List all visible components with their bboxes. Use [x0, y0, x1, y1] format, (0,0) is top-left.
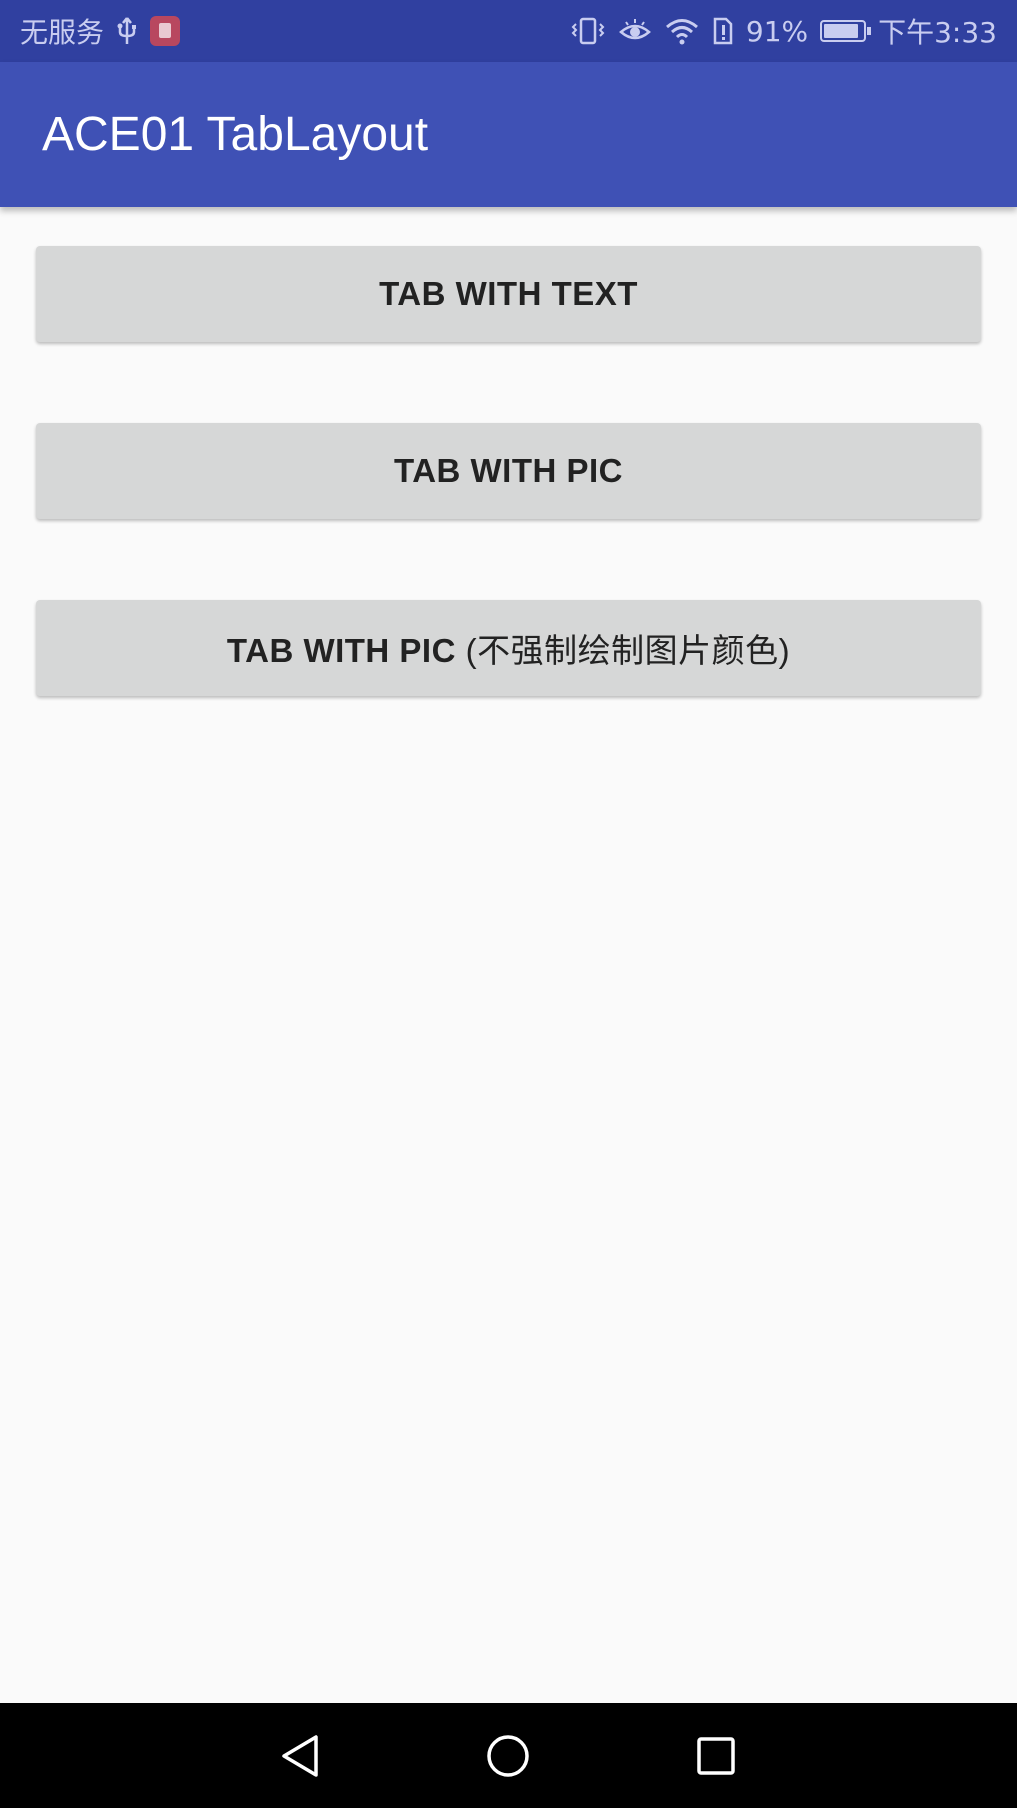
status-bar-left: 无服务	[20, 11, 181, 51]
battery-percent: 91%	[745, 14, 809, 48]
tab-with-pic-no-tint-button[interactable]: TAB WITH PIC (不强制绘制图片颜色)	[36, 600, 981, 696]
battery-icon	[820, 20, 872, 42]
battery-level-fill	[824, 24, 859, 38]
tab-with-text-label: TAB WITH TEXT	[379, 275, 638, 312]
recents-square-icon[interactable]	[693, 1733, 739, 1779]
status-bar: 无服务 91% 下午3:33	[0, 0, 1017, 62]
home-circle-icon[interactable]	[485, 1733, 531, 1779]
app-bar: ACE01 TabLayout	[0, 62, 1017, 207]
status-bar-right: 91% 下午3:33	[570, 11, 997, 51]
app-notification-icon	[150, 16, 181, 46]
wifi-icon	[664, 16, 700, 46]
back-triangle-icon[interactable]	[278, 1733, 324, 1779]
app-title: ACE01 TabLayout	[42, 108, 429, 161]
tab-with-pic-no-tint-label-cn: (不强制绘制图片颜色)	[465, 632, 791, 669]
sim-alert-icon	[712, 16, 734, 46]
tab-with-pic-button[interactable]: TAB WITH PIC	[36, 423, 981, 519]
tab-with-pic-no-tint-label: TAB WITH PIC (不强制绘制图片颜色)	[227, 624, 790, 672]
eye-comfort-icon	[618, 16, 652, 46]
tab-with-pic-no-tint-label-latin: TAB WITH PIC	[226, 632, 466, 669]
clock: 下午3:33	[878, 16, 997, 49]
tab-with-text-button[interactable]: TAB WITH TEXT	[36, 246, 981, 342]
tab-with-pic-label: TAB WITH PIC	[393, 452, 624, 489]
carrier-label: 无服务	[20, 16, 105, 49]
vibrate-icon	[570, 16, 606, 46]
usb-icon	[116, 16, 138, 46]
navigation-bar	[0, 1703, 1017, 1808]
